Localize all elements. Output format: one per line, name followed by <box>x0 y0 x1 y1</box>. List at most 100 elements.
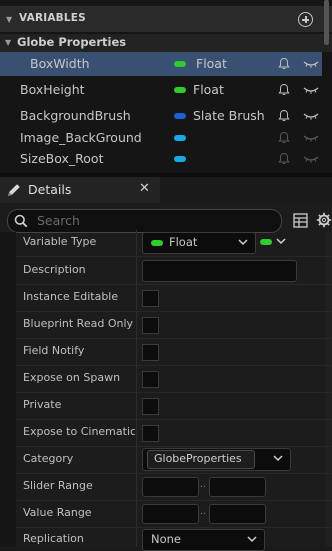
blueprint-read-only-checkbox[interactable] <box>142 317 159 334</box>
eye-closed-icon[interactable] <box>303 109 319 123</box>
object-pin-icon <box>174 156 186 162</box>
add-variable-icon[interactable] <box>298 12 313 27</box>
property-private: Private <box>16 392 332 419</box>
property-label: Category <box>23 452 74 465</box>
collapse-triangle-icon[interactable]: ▼ <box>6 15 12 24</box>
property-label: Instance Editable <box>23 290 119 303</box>
category-text-field[interactable]: GlobeProperties <box>147 450 255 469</box>
column-separator <box>136 419 137 446</box>
chevron-down-icon <box>238 239 248 246</box>
chevron-down-icon <box>273 455 283 462</box>
property-variable-type: Variable Type Float <box>16 230 332 257</box>
property-value-range: Value Range .. <box>16 500 332 527</box>
property-label: Expose to Cinematics <box>23 425 135 438</box>
chevron-down-icon <box>276 238 286 245</box>
container-type-dropdown[interactable] <box>258 232 288 252</box>
variables-scrollbar[interactable] <box>324 0 329 45</box>
column-separator <box>136 392 137 419</box>
variable-row-boxwidth[interactable]: BoxWidth Float <box>0 52 322 76</box>
bell-icon[interactable] <box>277 131 291 145</box>
variables-panel: ▼ VARIABLES ▼ Globe Properties BoxWidth … <box>0 0 332 173</box>
eye-closed-icon[interactable] <box>303 131 319 145</box>
single-container-icon <box>260 239 272 245</box>
description-field[interactable] <box>142 260 297 282</box>
column-separator <box>136 257 137 284</box>
expose-on-spawn-checkbox[interactable] <box>142 371 159 388</box>
column-separator <box>136 338 137 365</box>
variable-row-image-background[interactable]: Image_BackGround <box>0 127 322 149</box>
column-separator <box>136 527 137 547</box>
variable-type: Float <box>193 82 224 97</box>
variable-row-backgroundbrush[interactable]: BackgroundBrush Slate Brush <box>0 104 322 128</box>
column-separator <box>136 230 137 257</box>
slider-range-max-field[interactable] <box>209 477 266 497</box>
close-icon[interactable]: ✕ <box>139 181 150 196</box>
struct-pin-icon <box>174 113 186 119</box>
eye-closed-icon[interactable] <box>303 57 319 71</box>
value-range-min-field[interactable] <box>142 504 199 524</box>
variable-type-value: Float <box>169 235 198 249</box>
bell-icon[interactable] <box>277 109 291 123</box>
gear-icon[interactable] <box>316 212 332 228</box>
property-instance-editable: Instance Editable <box>16 284 332 311</box>
property-slider-range: Slider Range .. <box>16 473 332 500</box>
eye-closed-icon[interactable] <box>303 152 319 166</box>
variable-name: SizeBox_Root <box>20 151 104 166</box>
column-separator <box>136 365 137 392</box>
property-blueprint-read-only: Blueprint Read Only <box>16 311 332 338</box>
instance-editable-checkbox[interactable] <box>142 290 159 307</box>
category-triangle-icon[interactable]: ▼ <box>5 38 11 47</box>
chevron-down-icon <box>247 536 257 543</box>
private-checkbox[interactable] <box>142 398 159 415</box>
variable-row-sizebox-root[interactable]: SizeBox_Root <box>0 148 322 170</box>
category-globe-properties[interactable]: ▼ Globe Properties <box>0 34 332 52</box>
bell-icon[interactable] <box>277 57 291 71</box>
tab-details-label: Details <box>28 182 72 197</box>
search-placeholder: Search <box>37 213 80 228</box>
range-separator: .. <box>200 479 207 490</box>
property-description: Description <box>16 257 332 284</box>
property-expose-on-spawn: Expose on Spawn <box>16 365 332 392</box>
object-pin-icon <box>174 135 186 141</box>
category-label: Globe Properties <box>17 35 127 49</box>
property-label: Slider Range <box>23 479 93 492</box>
replication-dropdown[interactable]: None <box>142 529 265 551</box>
property-label: Blueprint Read Only <box>23 317 134 330</box>
column-separator <box>136 500 137 527</box>
property-label: Description <box>23 263 86 276</box>
slider-range-min-field[interactable] <box>142 477 199 497</box>
variables-header-title: VARIABLES <box>19 12 86 24</box>
expose-to-cinematics-checkbox[interactable] <box>142 425 159 442</box>
variable-row-boxheight[interactable]: BoxHeight Float <box>0 78 322 102</box>
search-icon <box>14 214 28 228</box>
variable-name: BoxWidth <box>30 56 90 71</box>
variables-header[interactable]: ▼ VARIABLES <box>0 6 332 32</box>
variable-name: Image_BackGround <box>20 130 142 145</box>
variable-type: Float <box>196 56 227 71</box>
variable-type-dropdown[interactable]: Float <box>142 232 256 254</box>
column-separator <box>136 311 137 338</box>
property-label: Field Notify <box>23 344 85 357</box>
float-pin-icon <box>174 87 186 93</box>
bell-icon[interactable] <box>277 83 291 97</box>
details-left-gutter <box>0 232 16 547</box>
table-view-icon[interactable] <box>293 213 308 228</box>
bell-icon[interactable] <box>277 152 291 166</box>
property-label: Variable Type <box>23 235 97 248</box>
variable-name: BackgroundBrush <box>20 108 131 123</box>
column-separator <box>136 446 137 473</box>
column-separator <box>136 284 137 311</box>
value-range-max-field[interactable] <box>209 504 266 524</box>
property-label: Value Range <box>23 506 92 519</box>
field-notify-checkbox[interactable] <box>142 344 159 361</box>
category-dropdown[interactable]: GlobeProperties <box>142 448 291 471</box>
property-category: Category GlobeProperties <box>16 446 332 473</box>
float-pin-icon <box>174 61 186 67</box>
tab-details[interactable]: Details ✕ <box>0 177 160 203</box>
variable-name: BoxHeight <box>20 82 85 97</box>
eye-closed-icon[interactable] <box>303 83 319 97</box>
column-separator <box>136 473 137 500</box>
property-label: Expose on Spawn <box>23 371 121 384</box>
pencil-icon <box>8 184 20 196</box>
range-separator: .. <box>200 506 207 517</box>
